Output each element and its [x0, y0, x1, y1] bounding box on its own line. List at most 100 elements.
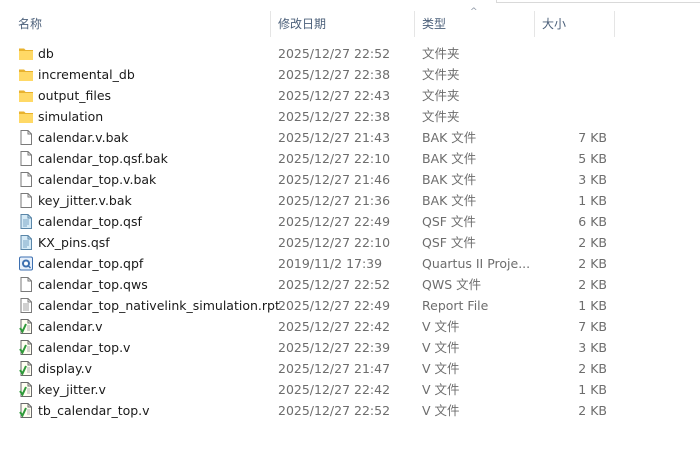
file-type: Report File [422, 298, 489, 313]
file-modified-date: 2025/12/27 22:38 [278, 67, 391, 82]
sort-up-arrow-icon: ^ [470, 7, 478, 17]
column-divider[interactable] [414, 11, 415, 37]
file-row[interactable]: calendar_top.qws 2025/12/27 22:52 QWS 文件 2 … [0, 274, 700, 295]
file-row[interactable]: calendar.v.bak 2025/12/27 21:43 BAK 文件 7 KB [0, 127, 700, 148]
file-type: BAK 文件 [422, 193, 477, 208]
file-modified-date: 2025/12/27 22:42 [278, 382, 391, 397]
file-name: tb_calendar_top.v [38, 403, 150, 418]
file-type: V 文件 [422, 382, 460, 397]
verilog-file-icon [18, 360, 34, 377]
file-type: 文件夹 [422, 46, 460, 61]
quartus-project-icon [18, 255, 34, 272]
column-header-size[interactable]: 大小 [536, 9, 614, 39]
file-modified-date: 2025/12/27 21:47 [278, 361, 391, 376]
file-row[interactable]: key_jitter.v.bak 2025/12/27 21:36 BAK 文件 1 … [0, 190, 700, 211]
file-modified-date: 2025/12/27 21:36 [278, 193, 391, 208]
file-row[interactable]: calendar_top.qpf 2019/11/2 17:39 Quartus I… [0, 253, 700, 274]
file-size [538, 43, 607, 64]
file-name: key_jitter.v [38, 382, 106, 397]
file-modified-date: 2025/12/27 22:39 [278, 340, 391, 355]
file-size [538, 85, 607, 106]
file-row[interactable]: db 2025/12/27 22:52 文件夹 [0, 43, 700, 64]
folder-icon [18, 66, 34, 83]
file-type: Quartus II Proje... [422, 256, 531, 271]
file-size: 1 KB [578, 382, 607, 397]
file-row[interactable]: key_jitter.v 2025/12/27 22:42 V 文件 1 KB [0, 379, 700, 400]
file-type: V 文件 [422, 319, 460, 334]
folder-icon [18, 87, 34, 104]
file-modified-date: 2025/12/27 22:52 [278, 403, 391, 418]
file-modified-date: 2019/11/2 17:39 [278, 256, 383, 271]
blank-file-icon [18, 171, 34, 188]
file-type: V 文件 [422, 361, 460, 376]
file-row[interactable]: calendar_top.qsf.bak 2025/12/27 22:10 BAK … [0, 148, 700, 169]
file-row[interactable]: calendar.v 2025/12/27 22:42 V 文件 7 KB [0, 316, 700, 337]
file-type: V 文件 [422, 403, 460, 418]
verilog-file-icon [18, 381, 34, 398]
file-name: calendar_top.qsf [38, 214, 142, 229]
column-divider[interactable] [534, 11, 535, 37]
file-modified-date: 2025/12/27 21:46 [278, 172, 391, 187]
file-modified-date: 2025/12/27 22:49 [278, 214, 391, 229]
report-file-icon [18, 297, 34, 314]
file-row[interactable]: KX_pins.qsf 2025/12/27 22:10 QSF 文件 2 KB [0, 232, 700, 253]
file-type: V 文件 [422, 340, 460, 355]
file-row[interactable]: tb_calendar_top.v 2025/12/27 22:52 V 文件 2 K… [0, 400, 700, 421]
file-type: 文件夹 [422, 67, 460, 82]
file-row[interactable]: calendar_top_nativelink_simulation.rpt 20… [0, 295, 700, 316]
qsf-file-icon [18, 213, 34, 230]
file-size: 2 KB [578, 256, 607, 271]
file-row[interactable]: display.v 2025/12/27 21:47 V 文件 2 KB [0, 358, 700, 379]
file-name: db [38, 46, 54, 61]
file-modified-date: 2025/12/27 22:52 [278, 46, 391, 61]
file-type: QWS 文件 [422, 277, 482, 292]
file-name: calendar.v.bak [38, 130, 129, 145]
file-name: calendar_top.v.bak [38, 172, 157, 187]
file-name: calendar_top.qpf [38, 256, 144, 271]
file-row[interactable]: simulation 2025/12/27 22:38 文件夹 [0, 106, 700, 127]
file-size: 2 KB [578, 361, 607, 376]
file-size: 2 KB [578, 277, 607, 292]
folder-icon [18, 108, 34, 125]
file-modified-date: 2025/12/27 22:38 [278, 109, 391, 124]
file-type: 文件夹 [422, 109, 460, 124]
verilog-file-icon [18, 402, 34, 419]
file-modified-date: 2025/12/27 22:43 [278, 88, 391, 103]
file-modified-date: 2025/12/27 22:42 [278, 319, 391, 334]
file-type: QSF 文件 [422, 214, 476, 229]
file-size [538, 106, 607, 127]
file-size: 6 KB [578, 214, 607, 229]
file-modified-date: 2025/12/27 22:10 [278, 235, 391, 250]
file-name: calendar_top.v [38, 340, 131, 355]
column-divider[interactable] [614, 11, 615, 37]
file-size: 1 KB [578, 193, 607, 208]
file-modified-date: 2025/12/27 22:10 [278, 151, 391, 166]
file-row[interactable]: output_files 2025/12/27 22:43 文件夹 [0, 85, 700, 106]
file-size: 5 KB [578, 151, 607, 166]
file-name: calendar_top.qsf.bak [38, 151, 168, 166]
file-type: QSF 文件 [422, 235, 476, 250]
file-size [538, 64, 607, 85]
column-divider[interactable] [270, 11, 271, 37]
file-size: 7 KB [578, 319, 607, 334]
search-box-edge[interactable] [496, 0, 700, 3]
file-row[interactable]: incremental_db 2025/12/27 22:38 文件夹 [0, 64, 700, 85]
file-name: calendar_top_nativelink_simulation.rpt [38, 298, 280, 313]
blank-file-icon [18, 129, 34, 146]
blank-file-icon [18, 150, 34, 167]
file-size: 3 KB [578, 172, 607, 187]
file-row[interactable]: calendar_top.v 2025/12/27 22:39 V 文件 3 KB [0, 337, 700, 358]
column-header-name[interactable]: 名称 [12, 9, 270, 39]
file-row[interactable]: calendar_top.v.bak 2025/12/27 21:46 BAK 文件… [0, 169, 700, 190]
file-type: BAK 文件 [422, 172, 477, 187]
file-name: output_files [38, 88, 112, 103]
qsf-file-icon [18, 234, 34, 251]
column-header-date[interactable]: 修改日期 [272, 9, 414, 39]
file-size: 3 KB [578, 340, 607, 355]
file-modified-date: 2025/12/27 21:43 [278, 130, 391, 145]
file-type: BAK 文件 [422, 130, 477, 145]
file-name: calendar.v [38, 319, 103, 334]
file-row[interactable]: calendar_top.qsf 2025/12/27 22:49 QSF 文件 6 … [0, 211, 700, 232]
blank-file-icon [18, 192, 34, 209]
file-name: display.v [38, 361, 92, 376]
